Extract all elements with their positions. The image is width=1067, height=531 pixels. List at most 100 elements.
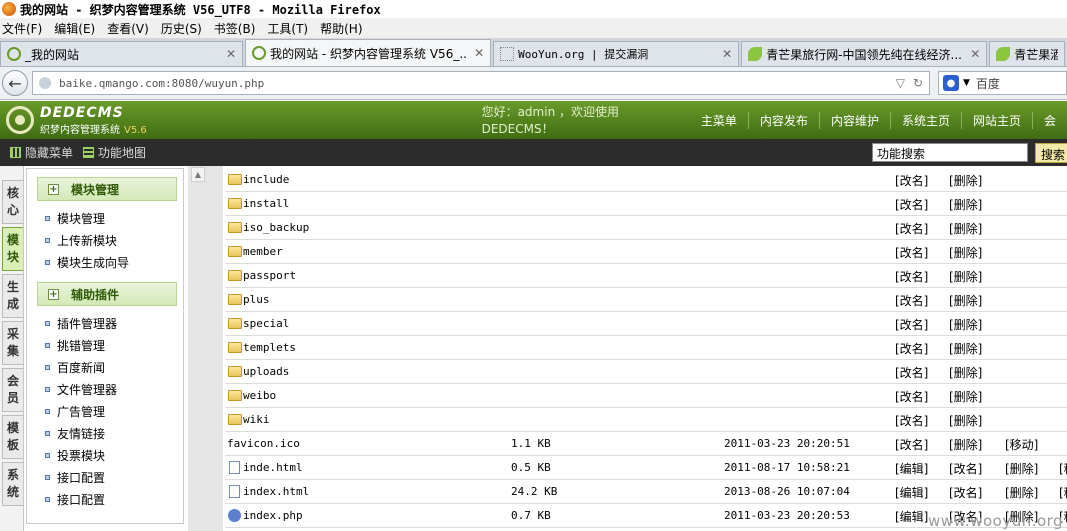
- sidebar-item-upload-module[interactable]: 上传新模块: [45, 232, 117, 249]
- back-button[interactable]: ←: [2, 70, 28, 96]
- sidebar-item-file-manager[interactable]: 文件管理器: [45, 381, 117, 398]
- file-name-link[interactable]: plus: [243, 293, 270, 306]
- nav-content-publish[interactable]: 内容发布: [747, 111, 819, 129]
- browser-tab[interactable]: 青芒果旅行网-中国领先纯在线经济... ✕: [741, 41, 988, 66]
- group-header-plugins[interactable]: + 辅助插件: [37, 282, 177, 306]
- rename-link[interactable]: [改名]: [895, 292, 928, 309]
- file-name-link[interactable]: uploads: [243, 365, 289, 378]
- nav-main-menu[interactable]: 主菜单: [690, 112, 748, 129]
- file-name-link[interactable]: wiki: [243, 413, 270, 426]
- delete-link[interactable]: [删除]: [1005, 460, 1038, 477]
- rename-link[interactable]: [改名]: [895, 316, 928, 333]
- hide-menu-button[interactable]: 隐藏菜单: [10, 144, 73, 161]
- delete-link[interactable]: [删除]: [949, 292, 982, 309]
- scroll-up-arrow-icon[interactable]: ▲: [191, 167, 205, 182]
- sidebar-item-vote[interactable]: 投票模块: [45, 447, 105, 464]
- delete-link[interactable]: [删除]: [1005, 484, 1038, 501]
- menu-tools[interactable]: 工具(T): [265, 20, 318, 37]
- vtab-core[interactable]: 核心: [2, 180, 23, 224]
- move-link[interactable]: [移: [1059, 484, 1067, 501]
- file-name-link[interactable]: inde.html: [243, 461, 303, 474]
- close-icon[interactable]: ✕: [970, 47, 980, 61]
- file-name-link[interactable]: special: [243, 317, 289, 330]
- function-search-input[interactable]: 功能搜索: [872, 143, 1028, 162]
- menu-file[interactable]: 文件(F): [0, 20, 52, 37]
- sidebar-item-interface-config[interactable]: 接口配置: [45, 469, 105, 486]
- delete-link[interactable]: [删除]: [949, 172, 982, 189]
- file-name-link[interactable]: index.html: [243, 485, 309, 498]
- rename-link[interactable]: [改名]: [949, 460, 982, 477]
- file-name-link[interactable]: install: [243, 197, 289, 210]
- file-name-link[interactable]: index.php: [243, 509, 303, 522]
- file-name-link[interactable]: weibo: [243, 389, 276, 402]
- menu-history[interactable]: 历史(S): [159, 20, 212, 37]
- sidebar-item-plugin-manager[interactable]: 插件管理器: [45, 315, 117, 332]
- delete-link[interactable]: [删除]: [949, 316, 982, 333]
- close-icon[interactable]: ✕: [722, 47, 732, 61]
- browser-tab[interactable]: _我的网站 ✕: [0, 41, 244, 66]
- vtab-generate[interactable]: 生成: [2, 274, 23, 318]
- nav-member[interactable]: 会: [1031, 111, 1067, 129]
- nav-site-home[interactable]: 网站主页: [960, 111, 1032, 129]
- browser-tab[interactable]: WooYun.org | 提交漏洞 ✕: [493, 41, 740, 66]
- menu-bookmarks[interactable]: 书签(B): [212, 20, 266, 37]
- file-name-link[interactable]: passport: [243, 269, 296, 282]
- browser-tab[interactable]: 我的网站 - 织梦内容管理系统 V56_... ✕: [245, 39, 492, 66]
- move-link[interactable]: [移: [1059, 460, 1067, 477]
- sidebar-item-friend-links[interactable]: 友情链接: [45, 425, 105, 442]
- vtab-system[interactable]: 系统: [2, 462, 23, 506]
- rename-link[interactable]: [改名]: [895, 412, 928, 429]
- url-bar[interactable]: baike.qmango.com:8080/wuyun.php ▽ ↻: [32, 71, 930, 95]
- function-map-button[interactable]: 功能地图: [83, 144, 146, 161]
- rename-link[interactable]: [改名]: [949, 484, 982, 501]
- menu-help[interactable]: 帮助(H): [318, 20, 372, 37]
- web-search-box[interactable]: ● ▼ 百度: [938, 71, 1067, 95]
- rename-link[interactable]: [改名]: [895, 436, 928, 453]
- move-link[interactable]: [移动]: [1005, 436, 1038, 453]
- rename-link[interactable]: [改名]: [895, 268, 928, 285]
- rename-link[interactable]: [改名]: [895, 244, 928, 261]
- file-name-link[interactable]: iso_backup: [243, 221, 309, 234]
- vtab-template[interactable]: 模板: [2, 415, 23, 459]
- file-name-link[interactable]: include: [243, 173, 289, 186]
- menu-edit[interactable]: 编辑(E): [52, 20, 105, 37]
- file-name-link[interactable]: member: [243, 245, 283, 258]
- sidebar-item-module-wizard[interactable]: 模块生成向导: [45, 254, 129, 271]
- history-dropdown-icon[interactable]: ▽: [896, 76, 905, 90]
- menu-view[interactable]: 查看(V): [105, 20, 159, 37]
- browser-tab[interactable]: 青芒果酒...: [989, 41, 1066, 66]
- sidebar-item-baidu-news[interactable]: 百度新闻: [45, 359, 105, 376]
- rename-link[interactable]: [改名]: [895, 172, 928, 189]
- sidebar-item-interface-config[interactable]: 接口配置: [45, 491, 105, 508]
- file-name-link[interactable]: favicon.ico: [227, 437, 300, 450]
- file-name-link[interactable]: templets: [243, 341, 296, 354]
- edit-link[interactable]: [编辑]: [895, 484, 928, 501]
- delete-link[interactable]: [删除]: [949, 220, 982, 237]
- rename-link[interactable]: [改名]: [895, 340, 928, 357]
- vtab-member[interactable]: 会员: [2, 368, 23, 412]
- delete-link[interactable]: [删除]: [949, 388, 982, 405]
- delete-link[interactable]: [删除]: [949, 412, 982, 429]
- delete-link[interactable]: [删除]: [949, 340, 982, 357]
- rename-link[interactable]: [改名]: [895, 196, 928, 213]
- close-icon[interactable]: ✕: [226, 47, 236, 61]
- engine-dropdown-icon[interactable]: ▼: [963, 78, 970, 88]
- group-header-module[interactable]: + 模块管理: [37, 177, 177, 201]
- function-search-button[interactable]: 搜索: [1035, 143, 1067, 163]
- reload-icon[interactable]: ↻: [913, 76, 923, 90]
- sidebar-item-ad-manage[interactable]: 广告管理: [45, 403, 105, 420]
- rename-link[interactable]: [改名]: [895, 364, 928, 381]
- vtab-collect[interactable]: 采集: [2, 321, 23, 365]
- sidebar-item-module-manage[interactable]: 模块管理: [45, 210, 105, 227]
- rename-link[interactable]: [改名]: [895, 220, 928, 237]
- delete-link[interactable]: [删除]: [949, 268, 982, 285]
- edit-link[interactable]: [编辑]: [895, 460, 928, 477]
- close-icon[interactable]: ✕: [474, 46, 484, 60]
- rename-link[interactable]: [改名]: [895, 388, 928, 405]
- delete-link[interactable]: [删除]: [949, 436, 982, 453]
- delete-link[interactable]: [删除]: [949, 244, 982, 261]
- delete-link[interactable]: [删除]: [949, 364, 982, 381]
- delete-link[interactable]: [删除]: [949, 196, 982, 213]
- sidebar-item-error-manage[interactable]: 挑错管理: [45, 337, 105, 354]
- vtab-module[interactable]: 模块: [2, 227, 23, 271]
